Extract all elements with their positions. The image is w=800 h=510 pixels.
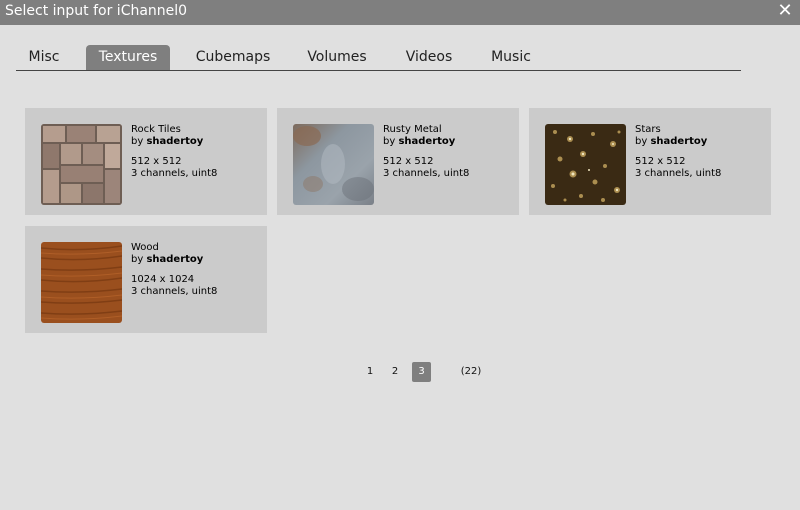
texture-info: Wood by shadertoy 1024 x 1024 3 channels…	[131, 242, 217, 298]
page-button-3[interactable]: 3	[412, 362, 431, 382]
texture-thumbnail	[293, 124, 374, 205]
close-icon[interactable]: ✕	[777, 2, 793, 20]
texture-resolution: 1024 x 1024	[131, 274, 195, 285]
texture-thumbnail	[41, 124, 122, 205]
tab-textures[interactable]: Textures	[86, 45, 170, 70]
page-button-1[interactable]: 1	[362, 362, 378, 382]
pagination: 1 2 3 (22)	[0, 362, 800, 382]
total-count: (22)	[460, 366, 482, 377]
texture-resolution: 512 x 512	[383, 156, 434, 167]
texture-card-rusty-metal[interactable]: Rusty Metal by shadertoy 512 x 512 3 cha…	[277, 108, 519, 215]
texture-author: by shadertoy	[131, 254, 204, 265]
window-title: Select input for iChannel0	[5, 3, 188, 19]
texture-info: Stars by shadertoy 512 x 512 3 channels,…	[635, 124, 721, 180]
tab-videos[interactable]: Videos	[400, 45, 458, 70]
tab-volumes[interactable]: Volumes	[301, 45, 373, 70]
texture-thumbnail	[41, 242, 122, 323]
page-button-2[interactable]: 2	[387, 362, 403, 382]
texture-author: by shadertoy	[131, 136, 204, 147]
texture-info: Rock Tiles by shadertoy 512 x 512 3 chan…	[131, 124, 217, 180]
tab-music[interactable]: Music	[486, 45, 536, 70]
texture-name: Wood	[131, 242, 159, 253]
texture-thumbnail	[545, 124, 626, 205]
texture-resolution: 512 x 512	[635, 156, 686, 167]
texture-name: Rusty Metal	[383, 124, 442, 135]
texture-name: Stars	[635, 124, 661, 135]
window-titlebar: Select input for iChannel0 ✕	[0, 0, 800, 25]
texture-author: by shadertoy	[383, 136, 456, 147]
texture-resolution: 512 x 512	[131, 156, 182, 167]
texture-format: 3 channels, uint8	[131, 168, 218, 179]
texture-format: 3 channels, uint8	[131, 286, 218, 297]
texture-format: 3 channels, uint8	[635, 168, 722, 179]
texture-author: by shadertoy	[635, 136, 708, 147]
texture-card-rock-tiles[interactable]: Rock Tiles by shadertoy 512 x 512 3 chan…	[25, 108, 267, 215]
texture-format: 3 channels, uint8	[383, 168, 470, 179]
texture-info: Rusty Metal by shadertoy 512 x 512 3 cha…	[383, 124, 469, 180]
tab-misc[interactable]: Misc	[16, 45, 72, 70]
texture-name: Rock Tiles	[131, 124, 181, 135]
category-tabs: Misc Textures Cubemaps Volumes Videos Mu…	[16, 44, 741, 71]
texture-card-stars[interactable]: Stars by shadertoy 512 x 512 3 channels,…	[529, 108, 771, 215]
tab-cubemaps[interactable]: Cubemaps	[188, 45, 278, 70]
texture-card-wood[interactable]: Wood by shadertoy 1024 x 1024 3 channels…	[25, 226, 267, 333]
